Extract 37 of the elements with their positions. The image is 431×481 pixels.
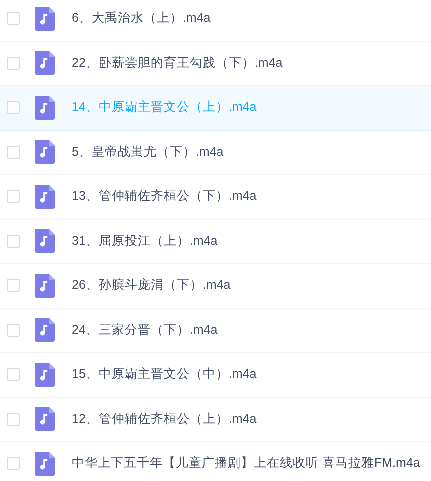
checkbox[interactable] (7, 234, 20, 248)
file-row[interactable]: 5、皇帝战蚩尤（下）.m4a (0, 130, 431, 175)
file-name[interactable]: 31、屈原投江（上）.m4a (72, 232, 218, 251)
file-name[interactable]: 26、孙膑斗庞涓（下）.m4a (72, 276, 231, 296)
checkbox[interactable] (7, 279, 20, 292)
file-name[interactable]: 12、管仲辅佐齐桓公（上）.m4a (72, 410, 257, 429)
file-row[interactable]: 12、管仲辅佐齐桓公（上）.m4a (0, 398, 431, 442)
file-row[interactable]: 31、屈原投江（上）.m4a (0, 220, 431, 264)
file-name[interactable]: 13、管仲辅佐齐桓公（下）.m4a (72, 187, 257, 206)
file-name[interactable]: 6、大禹治水（上）.m4a (72, 9, 211, 28)
checkbox[interactable] (7, 101, 20, 114)
checkbox[interactable] (7, 457, 20, 470)
checkbox[interactable] (7, 324, 20, 337)
audio-file-icon (35, 407, 55, 432)
audio-file-icon (35, 362, 55, 387)
audio-file-icon (35, 51, 55, 76)
audio-file-icon (35, 96, 55, 120)
checkbox[interactable] (7, 412, 20, 426)
file-row[interactable]: 22、卧薪尝胆的育王勾践（下）.m4a (0, 42, 431, 86)
file-name[interactable]: 15、中原霸主晋文公（中）.m4a (72, 365, 257, 384)
audio-file-icon (35, 6, 55, 31)
checkbox[interactable] (7, 12, 20, 26)
audio-file-icon (35, 452, 55, 476)
audio-file-icon (35, 140, 55, 164)
file-name[interactable]: 24、三家分晋（下）.m4a (72, 320, 218, 340)
file-row[interactable]: 24、三家分晋（下）.m4a (0, 308, 431, 353)
audio-file-icon (35, 318, 55, 342)
checkbox[interactable] (7, 368, 20, 382)
audio-file-icon (35, 184, 55, 209)
checkbox[interactable] (7, 190, 20, 204)
audio-file-icon (35, 229, 55, 254)
checkbox[interactable] (7, 146, 20, 159)
file-name[interactable]: 中华上下五千年【儿童广播剧】上在线收听 喜马拉雅FM.m4a (72, 454, 420, 474)
file-name[interactable]: 5、皇帝战蚩尤（下）.m4a (72, 142, 224, 162)
audio-file-icon (35, 274, 55, 298)
file-name[interactable]: 22、卧薪尝胆的育王勾践（下）.m4a (72, 54, 283, 73)
checkbox[interactable] (7, 56, 20, 70)
